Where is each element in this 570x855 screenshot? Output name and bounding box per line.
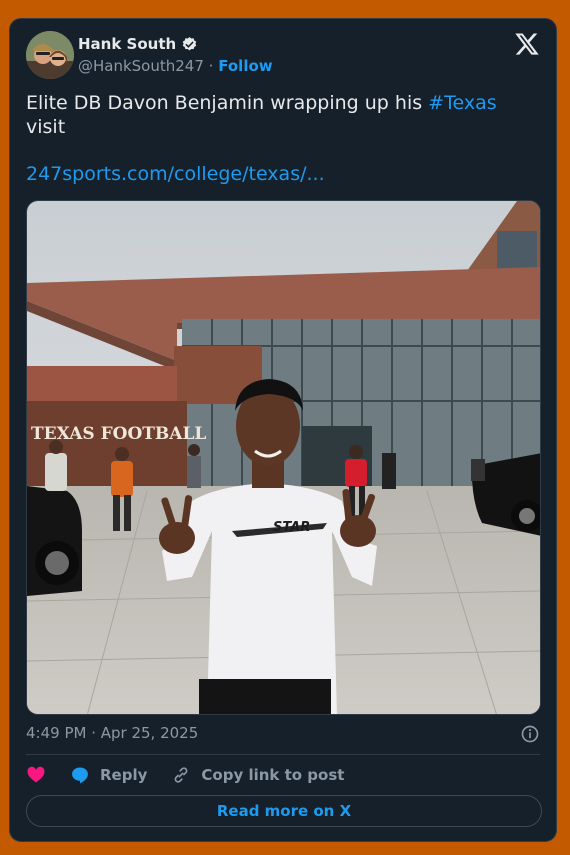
reply-label: Reply (100, 766, 148, 784)
handle-separator: · (208, 57, 214, 75)
author-avatar[interactable] (26, 31, 74, 79)
verified-badge-icon (182, 36, 197, 50)
post-actions: Reply Copy link to post (26, 765, 368, 785)
info-icon[interactable] (520, 724, 540, 744)
reply-bubble-icon (72, 767, 88, 784)
copy-link-button[interactable]: Copy link to post (171, 765, 344, 785)
like-button[interactable] (26, 765, 46, 785)
follow-button[interactable]: Follow (218, 57, 272, 75)
post-text-body: Elite DB Davon Benjamin wrapping up his (26, 92, 429, 114)
actions-divider (26, 754, 540, 755)
x-logo-icon[interactable] (514, 31, 540, 57)
reply-button[interactable]: Reply (70, 765, 147, 785)
post-text: Elite DB Davon Benjamin wrapping up his … (26, 91, 536, 139)
shirt-logo-text: STAR (273, 520, 310, 535)
author-name[interactable]: Hank South (78, 35, 176, 53)
post-text-tail: visit (26, 116, 66, 138)
author-handle[interactable]: @HankSouth247 (78, 57, 204, 75)
link-icon (175, 767, 188, 783)
embedded-post-card: Hank South @HankSouth247 · Follow Elite … (9, 18, 557, 842)
heart-icon (27, 766, 45, 783)
post-photo[interactable]: TEXAS FOOTBALL STAR (26, 200, 541, 715)
hashtag-link[interactable]: #Texas (428, 92, 496, 114)
copy-link-label: Copy link to post (201, 766, 345, 784)
read-more-button[interactable]: Read more on X (26, 795, 542, 827)
article-link[interactable]: 247sports.com/college/texas/... (26, 163, 325, 185)
post-timestamp[interactable]: 4:49 PM · Apr 25, 2025 (26, 724, 198, 742)
